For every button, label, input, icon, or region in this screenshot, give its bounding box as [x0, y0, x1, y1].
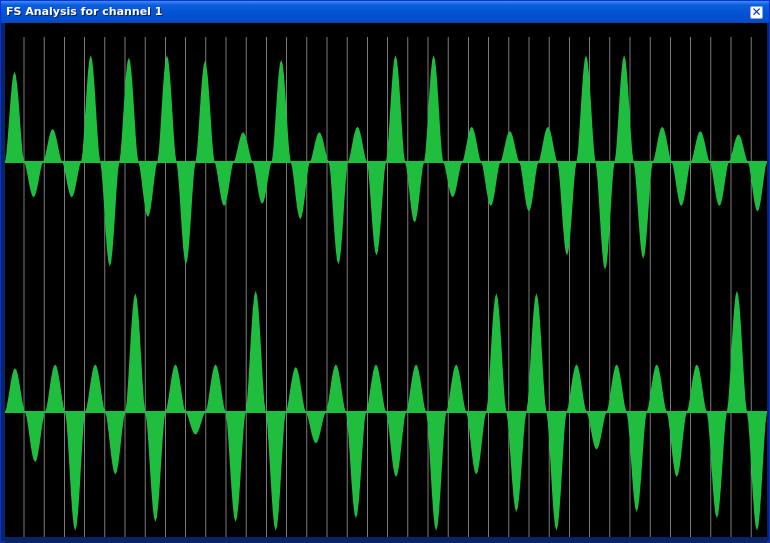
wave-lobe-neg-2-6 [265, 412, 286, 531]
wave-lobe-pos-1-11 [424, 55, 444, 162]
wave-lobe-neg-2-3 [145, 412, 166, 522]
wave-lobe-pos-1-8 [309, 132, 329, 162]
waveform-series-1 [5, 55, 767, 270]
wave-lobe-neg-1-6 [252, 162, 272, 204]
wave-lobe-pos-1-5 [195, 60, 215, 162]
wave-lobe-pos-1-14 [538, 126, 558, 162]
wave-lobe-pos-2-10 [406, 364, 427, 412]
wave-lobe-pos-1-9 [347, 126, 367, 162]
wave-lobe-pos-2-6 [245, 290, 266, 412]
wave-lobe-pos-2-0 [5, 368, 26, 412]
wave-lobe-pos-2-5 [205, 364, 226, 412]
wave-lobe-neg-1-3 [138, 162, 158, 217]
close-button[interactable]: ✕ [750, 5, 763, 19]
wave-lobe-neg-2-9 [386, 412, 407, 477]
wave-lobe-pos-1-18 [690, 131, 710, 162]
wave-lobe-pos-1-7 [271, 59, 291, 163]
wave-lobe-neg-2-4 [185, 412, 206, 435]
wave-lobe-pos-2-8 [325, 364, 346, 412]
wave-lobe-pos-2-16 [646, 364, 667, 412]
wave-lobe-neg-2-12 [506, 412, 527, 512]
wave-lobe-neg-1-5 [214, 162, 234, 206]
waveform-plot [5, 37, 767, 537]
wave-lobe-neg-2-17 [706, 412, 727, 519]
wave-lobe-pos-1-1 [43, 129, 63, 162]
wave-lobe-neg-2-2 [105, 412, 126, 475]
wave-lobe-neg-1-0 [24, 162, 44, 198]
wave-lobe-neg-2-0 [25, 412, 46, 462]
status-strip [5, 537, 767, 543]
wave-lobe-pos-1-13 [500, 131, 520, 162]
wave-lobe-pos-2-9 [365, 364, 386, 412]
wave-lobe-pos-2-12 [486, 293, 507, 412]
wave-lobe-neg-1-12 [481, 162, 501, 206]
wave-lobe-pos-2-18 [726, 290, 747, 412]
wave-lobe-pos-2-1 [45, 364, 66, 412]
wave-lobe-neg-2-8 [345, 412, 366, 519]
wave-lobe-neg-2-11 [466, 412, 487, 475]
wave-lobe-neg-2-1 [65, 412, 86, 531]
wave-lobe-pos-1-17 [652, 126, 672, 162]
wave-lobe-neg-1-13 [519, 162, 539, 212]
wave-lobe-pos-2-7 [285, 367, 306, 412]
wave-lobe-neg-1-11 [443, 162, 463, 198]
wave-lobe-pos-2-2 [85, 364, 106, 412]
close-icon: ✕ [751, 5, 762, 19]
wave-lobe-pos-1-16 [614, 55, 634, 162]
wave-lobe-neg-2-10 [426, 412, 447, 531]
wave-lobe-neg-2-5 [225, 412, 246, 522]
waveform-plot-area [5, 23, 767, 537]
wave-lobe-neg-1-17 [671, 162, 691, 206]
wave-lobe-neg-1-4 [176, 162, 196, 265]
wave-lobe-neg-2-16 [666, 412, 687, 477]
wave-lobe-pos-2-11 [446, 364, 467, 412]
wave-lobe-pos-1-12 [462, 126, 482, 162]
wave-lobe-pos-2-17 [686, 364, 707, 412]
wave-lobe-pos-1-19 [728, 134, 748, 162]
wave-lobe-neg-1-2 [100, 162, 120, 267]
wave-lobe-neg-1-18 [709, 162, 729, 206]
wave-lobe-neg-1-15 [595, 162, 615, 270]
wave-lobe-neg-1-8 [328, 162, 348, 265]
wave-lobe-neg-2-18 [746, 412, 767, 531]
wave-lobe-neg-1-1 [62, 162, 82, 198]
title-bar[interactable]: FS Analysis for channel 1 ✕ [1, 1, 769, 23]
wave-lobe-pos-1-6 [233, 132, 253, 162]
fs-analysis-window: FS Analysis for channel 1 ✕ [0, 0, 770, 543]
wave-lobe-pos-1-10 [386, 55, 406, 162]
waveform-series-2 [5, 290, 767, 531]
wave-lobe-neg-1-9 [366, 162, 386, 256]
wave-lobe-neg-1-14 [557, 162, 577, 256]
wave-lobe-pos-2-3 [125, 293, 146, 412]
wave-lobe-neg-2-7 [305, 412, 326, 444]
wave-lobe-pos-2-4 [165, 364, 186, 412]
wave-lobe-pos-1-4 [157, 55, 177, 162]
window-title: FS Analysis for channel 1 [6, 5, 163, 18]
wave-lobe-pos-1-0 [5, 71, 25, 162]
wave-lobe-pos-1-3 [119, 57, 139, 162]
wave-lobe-pos-1-2 [81, 55, 101, 162]
wave-lobe-pos-1-15 [576, 55, 596, 162]
